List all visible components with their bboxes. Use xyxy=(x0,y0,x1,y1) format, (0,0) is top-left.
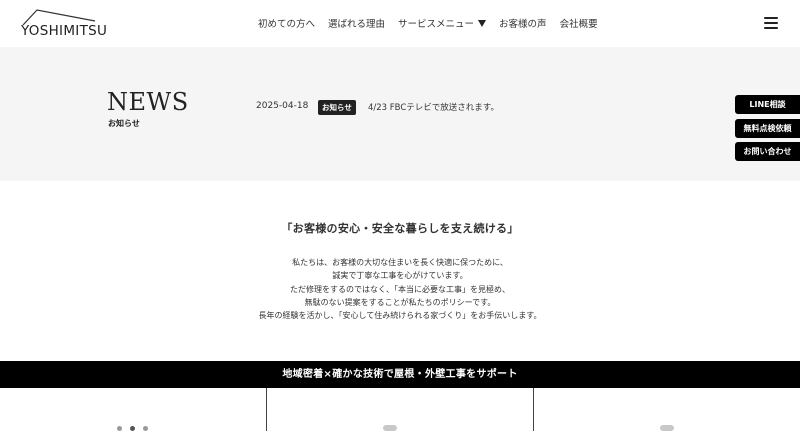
column-divider xyxy=(266,388,267,431)
site-header: YOSHIMITSU 初めての方へ 選ばれる理由 サービスメニュー お客様の声 … xyxy=(0,0,800,47)
caret-down-icon xyxy=(478,19,487,27)
line-consult-button[interactable]: LINE相談 xyxy=(735,95,800,114)
intro-heading: 「お客様の安心・安全な暮らしを支え続ける」 xyxy=(281,222,519,235)
nav-service-menu[interactable]: サービスメニュー xyxy=(398,16,487,30)
intro-line: 無駄のない提案をすることが私たちのポリシーです。 xyxy=(304,297,496,307)
dots-icon xyxy=(130,426,135,431)
nav-customer-voices[interactable]: お客様の声 xyxy=(499,16,547,30)
news-category-badge: お知らせ xyxy=(318,100,356,115)
contact-button[interactable]: お問い合わせ xyxy=(735,142,800,161)
hamburger-line xyxy=(764,17,778,19)
intro-text: 私たちは、お客様の大切な住まいを長く快適に保つために、 誠実で丁寧な工事を心がけ… xyxy=(0,256,800,322)
tool-icon xyxy=(383,425,397,431)
house-icon xyxy=(660,425,674,431)
news-subtitle: お知らせ xyxy=(108,119,140,128)
free-inspection-button[interactable]: 無料点検依頼 xyxy=(735,119,800,138)
news-item-link[interactable]: 4/23 FBCテレビで放送されます。 xyxy=(368,101,499,113)
nav-reasons[interactable]: 選ばれる理由 xyxy=(328,16,385,30)
hamburger-line xyxy=(764,27,778,29)
news-date: 2025-04-18 xyxy=(256,101,309,111)
feature-banner: 地域密着×確かな技術で屋根・外壁工事をサポート xyxy=(0,361,800,388)
news-title: NEWS xyxy=(107,88,189,116)
hamburger-line xyxy=(764,22,778,24)
intro-line: ただ修理をするのではなく、「本当に必要な工事」を見極め、 xyxy=(290,284,510,294)
hamburger-menu-icon[interactable] xyxy=(764,17,778,29)
main-nav: 初めての方へ 選ばれる理由 サービスメニュー お客様の声 会社概要 xyxy=(258,16,611,30)
intro-line: 長年の経験を活かし、「安心して住み続けられる家づくり」をお手伝いします。 xyxy=(258,311,542,321)
intro-line: 私たちは、お客様の大切な住まいを長く快適に保つために、 xyxy=(292,258,508,267)
dots-icon xyxy=(117,426,122,431)
nav-company[interactable]: 会社概要 xyxy=(560,16,598,30)
intro-line: 誠実で丁寧な工事を心がけています。 xyxy=(332,271,468,281)
feature-columns xyxy=(0,388,800,431)
dots-icon xyxy=(143,426,148,431)
nav-service-menu-label: サービスメニュー xyxy=(398,19,475,30)
nav-first-time[interactable]: 初めての方へ xyxy=(258,16,315,30)
column-divider xyxy=(533,388,534,431)
logo[interactable]: YOSHIMITSU xyxy=(20,8,110,40)
logo-text: YOSHIMITSU xyxy=(21,23,108,39)
